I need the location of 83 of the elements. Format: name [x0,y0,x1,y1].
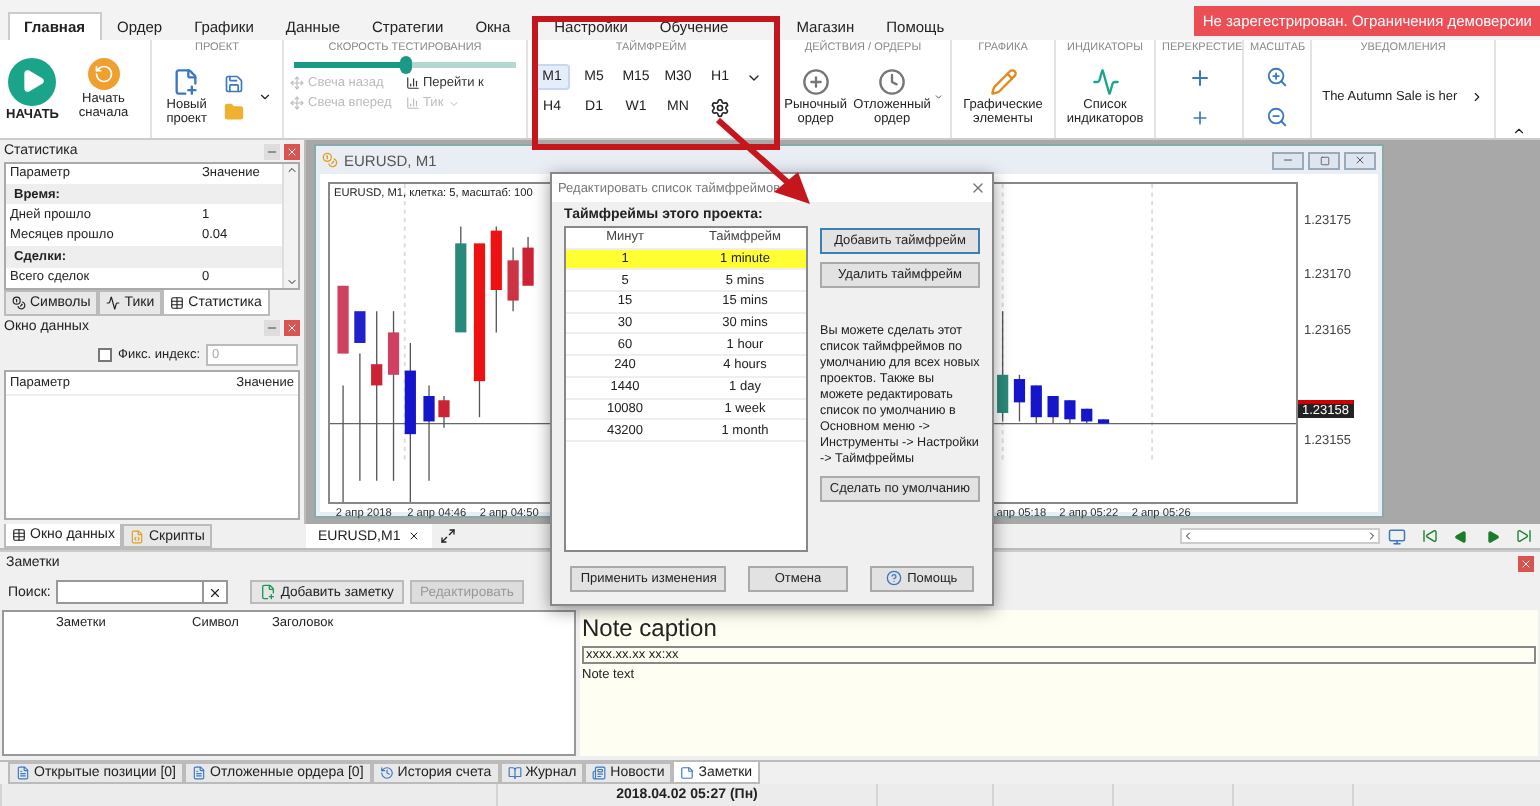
coin-icon [322,152,338,168]
fullscreen-icon[interactable] [440,528,457,544]
candle [455,225,467,333]
history-icon [379,766,394,780]
first-icon[interactable] [1422,528,1439,544]
scrollbar[interactable] [282,164,298,288]
dropdown-caret-icon [447,97,460,109]
candle [507,246,519,312]
newspaper-icon [592,766,607,780]
coins-icon [12,296,26,310]
save-icon[interactable] [223,73,244,93]
checkbox[interactable] [98,347,113,361]
minimize-button[interactable] [264,319,280,335]
previous-icon[interactable] [1454,529,1469,543]
close-icon [286,321,298,333]
book-icon [507,766,522,780]
minimize-button[interactable] [264,143,280,159]
search-field[interactable] [56,580,229,604]
candle [1013,374,1026,423]
script-icon [130,529,145,543]
restore-button[interactable] [1308,151,1340,169]
close-button[interactable] [284,319,300,335]
close-button[interactable] [284,143,300,159]
scrollbar[interactable] [1180,528,1380,544]
down-icon [285,276,297,288]
restore-icon [1319,155,1329,165]
note-icon [680,765,695,779]
play-icon [19,68,46,94]
new-file-icon [172,68,201,96]
arrows-icon [290,96,304,110]
add-note-icon [260,584,277,600]
candle [1064,399,1076,425]
minimize-icon [266,145,278,157]
next-icon[interactable] [1469,90,1484,104]
slider-thumb[interactable] [399,56,411,74]
zoom-out-icon[interactable] [1266,106,1288,129]
candle [423,384,435,482]
minimize-button[interactable] [1272,151,1304,169]
monitor-icon[interactable] [1388,527,1407,545]
clock-icon [878,68,907,96]
candle [1081,408,1093,425]
close-icon[interactable] [970,180,986,196]
candle [1097,418,1110,425]
collapse-icon[interactable] [1511,124,1525,138]
last-icon[interactable] [1515,528,1532,544]
minimize-icon [1282,154,1294,166]
close-icon [408,530,421,542]
bars-icon [405,76,419,90]
line-chart-icon [106,296,121,310]
close-icon [1354,154,1366,166]
settings-icon[interactable] [710,97,730,117]
candle [438,395,450,429]
candle [490,225,502,334]
speed-slider[interactable] [294,62,516,68]
right-icon [1366,530,1378,542]
up-icon [285,164,297,176]
table-icon [170,295,185,309]
candle [1047,395,1059,425]
zoom-in-icon[interactable] [1266,65,1288,88]
candle [522,236,534,286]
dropdown-caret-icon[interactable] [257,90,272,104]
candle [1030,384,1042,425]
plus-circle-icon [801,68,830,96]
document-icon [16,766,30,780]
close-button[interactable] [1344,151,1376,169]
minimize-icon [266,321,278,333]
document-icon [192,766,206,780]
table-icon [12,528,26,542]
close-icon [286,145,298,157]
help-icon [885,570,902,586]
close-icon [1520,557,1532,569]
arrows-icon [290,76,304,90]
crosshair-icon[interactable] [1189,108,1209,129]
note-caption: Note caption [582,614,719,642]
indicator-curve-icon [1091,68,1119,96]
left-icon [1182,530,1194,542]
clear-icon [208,585,223,599]
restart-icon [93,64,114,84]
pencil-icon [989,68,1017,96]
candle [997,310,1009,423]
crosshair-icon[interactable] [1187,65,1211,90]
close-button[interactable] [1518,555,1534,571]
bars-icon [405,96,419,110]
